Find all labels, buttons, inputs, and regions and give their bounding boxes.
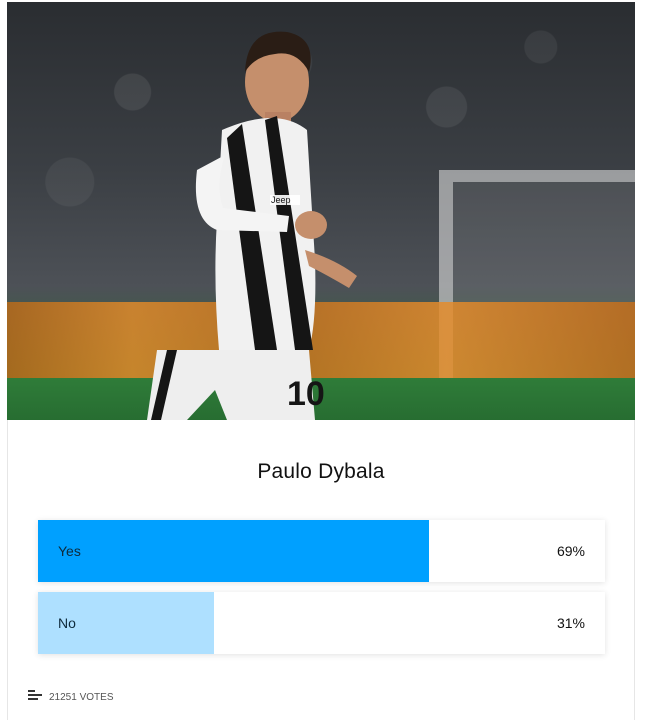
poll-card: Paulo Dybala Yes 69% No 31% 21251 VOTES — [7, 420, 635, 720]
shorts-number: 10 — [287, 375, 325, 413]
poll-option-no-percent: 31% — [556, 615, 585, 631]
poll-option-yes-label: Yes — [58, 543, 81, 559]
bar-chart-icon — [28, 690, 42, 704]
poll-option-yes-bar — [38, 520, 430, 582]
player-figure: Jeep 10 — [147, 31, 357, 420]
vote-count: 21251 VOTES — [28, 690, 113, 704]
poll-title: Paulo Dybala — [257, 460, 385, 483]
hero-image: Jeep 10 — [7, 2, 635, 420]
poll-option-no-label: No — [58, 615, 76, 631]
poll-option-no[interactable]: No 31% — [38, 592, 605, 654]
shirt-sponsor: Jeep — [271, 195, 291, 205]
vote-count-label: 21251 VOTES — [49, 691, 114, 703]
poll-option-yes-percent: 69% — [556, 543, 585, 559]
poll-option-yes[interactable]: Yes 69% — [38, 520, 605, 582]
